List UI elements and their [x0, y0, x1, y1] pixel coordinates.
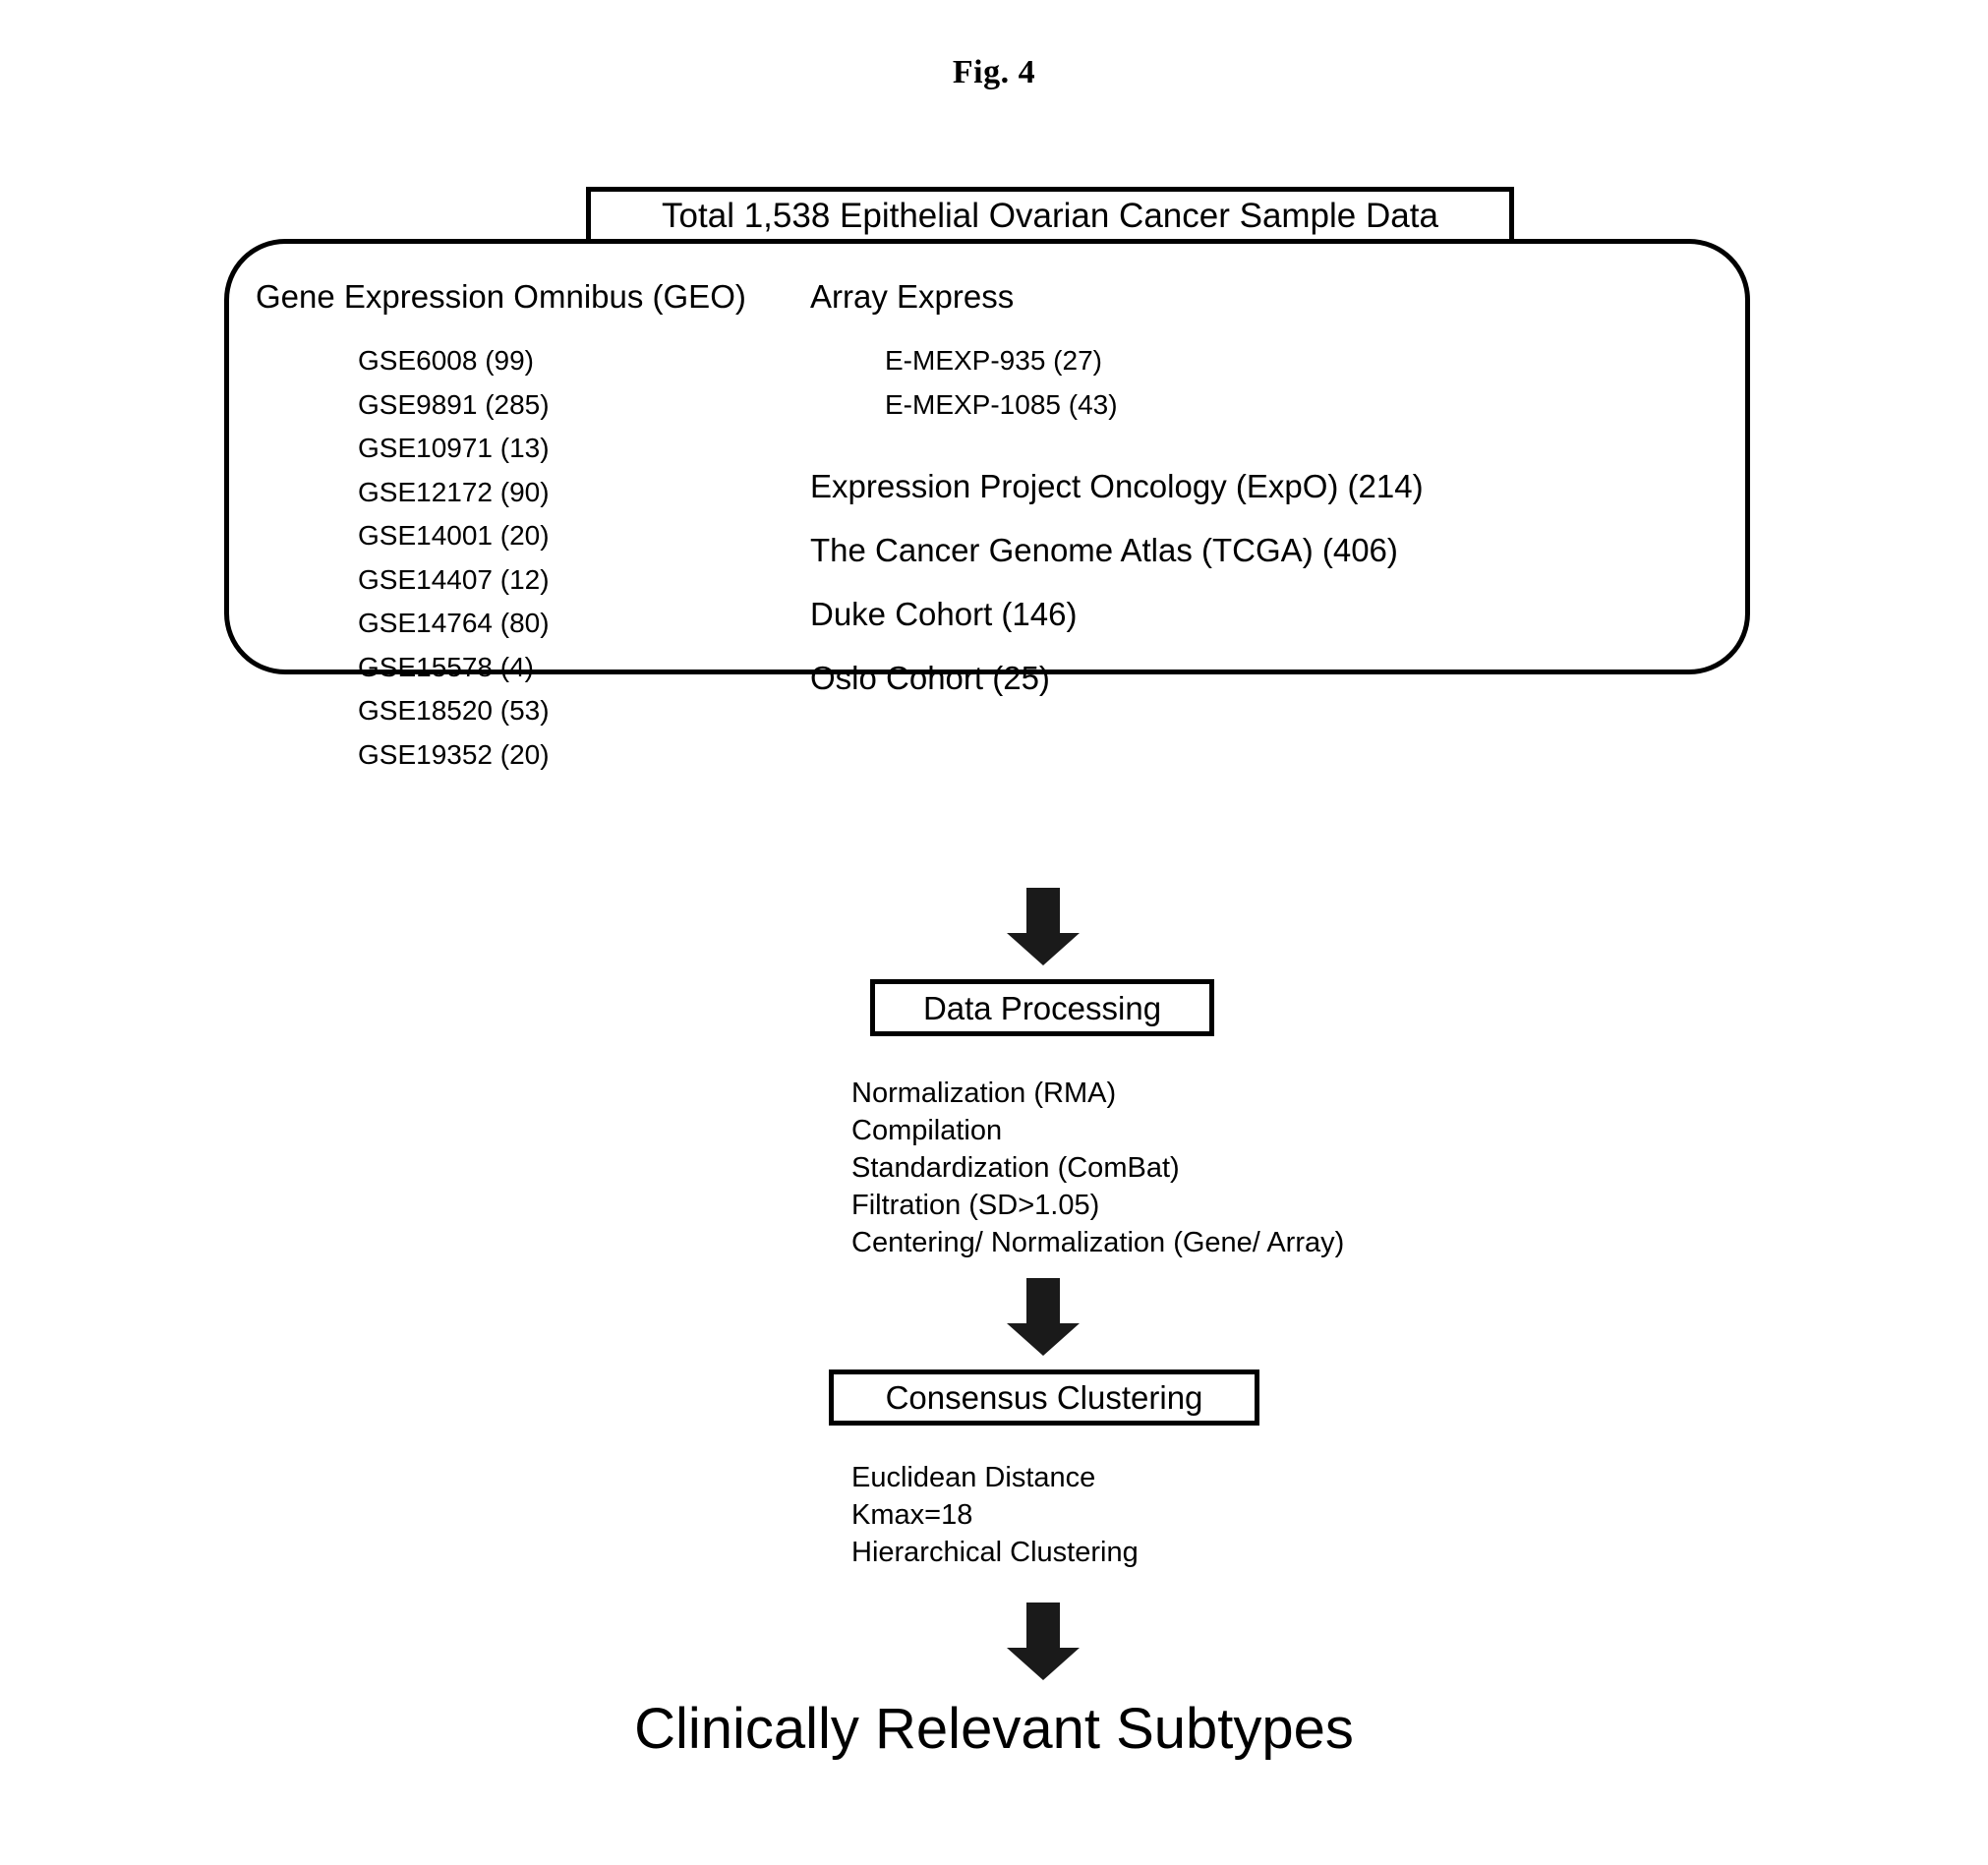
outcome-label: Clinically Relevant Subtypes	[634, 1697, 1354, 1761]
list-item: GSE10971 (13)	[358, 433, 550, 463]
data-processing-label: Data Processing	[922, 989, 1162, 1026]
data-sources-columns: Gene Expression Omnibus (GEO) GSE6008 (9…	[224, 278, 1750, 770]
list-item: GSE9891 (285)	[358, 388, 550, 420]
array-express-column: Array Express E-MEXP-935 (27) E-MEXP-108…	[810, 278, 1734, 697]
list-item: GSE14001 (20)	[358, 520, 550, 551]
data-processing-steps: Normalization (RMA) Compilation Standard…	[851, 1075, 1344, 1261]
list-item: Centering/ Normalization (Gene/ Array)	[851, 1227, 1345, 1258]
consensus-clustering-label: Consensus Clustering	[885, 1379, 1203, 1416]
geo-column: Gene Expression Omnibus (GEO) GSE6008 (9…	[256, 278, 885, 777]
down-arrow-icon	[1005, 1603, 1082, 1681]
list-item: E-MEXP-1085 (43)	[885, 388, 1118, 420]
list-item: GSE12172 (90)	[358, 476, 550, 507]
list-item: GSE18520 (53)	[358, 695, 550, 726]
list-item: GSE14764 (80)	[358, 608, 550, 638]
list-item: Filtration (SD>1.05)	[851, 1190, 1100, 1221]
list-item: GSE14407 (12)	[358, 563, 550, 595]
list-item: Expression Project Oncology (ExpO) (214)	[810, 468, 1424, 504]
list-item: Standardization (ComBat)	[851, 1152, 1180, 1184]
list-item: Compilation	[851, 1115, 1003, 1146]
list-item: Normalization (RMA)	[851, 1078, 1117, 1109]
down-arrow-icon	[1005, 1278, 1082, 1357]
figure-title: Fig. 4	[952, 54, 1036, 90]
geo-dataset-list: GSE6008 (99) GSE9891 (285) GSE10971 (13)…	[256, 339, 885, 777]
list-item: GSE6008 (99)	[358, 345, 534, 376]
list-item: GSE15578 (4)	[358, 651, 534, 682]
total-samples-box: Total 1,538 Epithelial Ovarian Cancer Sa…	[586, 187, 1514, 244]
list-item: GSE19352 (20)	[358, 738, 550, 770]
consensus-clustering-steps: Euclidean Distance Kmax=18 Hierarchical …	[851, 1459, 1139, 1571]
list-item: Duke Cohort (146)	[810, 596, 1078, 632]
list-item: E-MEXP-935 (27)	[885, 345, 1102, 376]
list-item: Hierarchical Clustering	[851, 1537, 1139, 1568]
array-express-heading: Array Express	[810, 278, 1015, 315]
geo-heading: Gene Expression Omnibus (GEO)	[256, 278, 746, 315]
consensus-clustering-box: Consensus Clustering	[829, 1370, 1259, 1426]
list-item: Kmax=18	[851, 1499, 973, 1531]
data-processing-box: Data Processing	[870, 979, 1214, 1036]
list-item: The Cancer Genome Atlas (TCGA) (406)	[810, 532, 1398, 568]
array-express-dataset-list: E-MEXP-935 (27) E-MEXP-1085 (43)	[810, 339, 1734, 427]
down-arrow-icon	[1005, 888, 1082, 966]
list-item: Oslo Cohort (25)	[810, 660, 1050, 696]
list-item: Euclidean Distance	[851, 1462, 1096, 1493]
total-samples-label: Total 1,538 Epithelial Ovarian Cancer Sa…	[662, 196, 1438, 235]
